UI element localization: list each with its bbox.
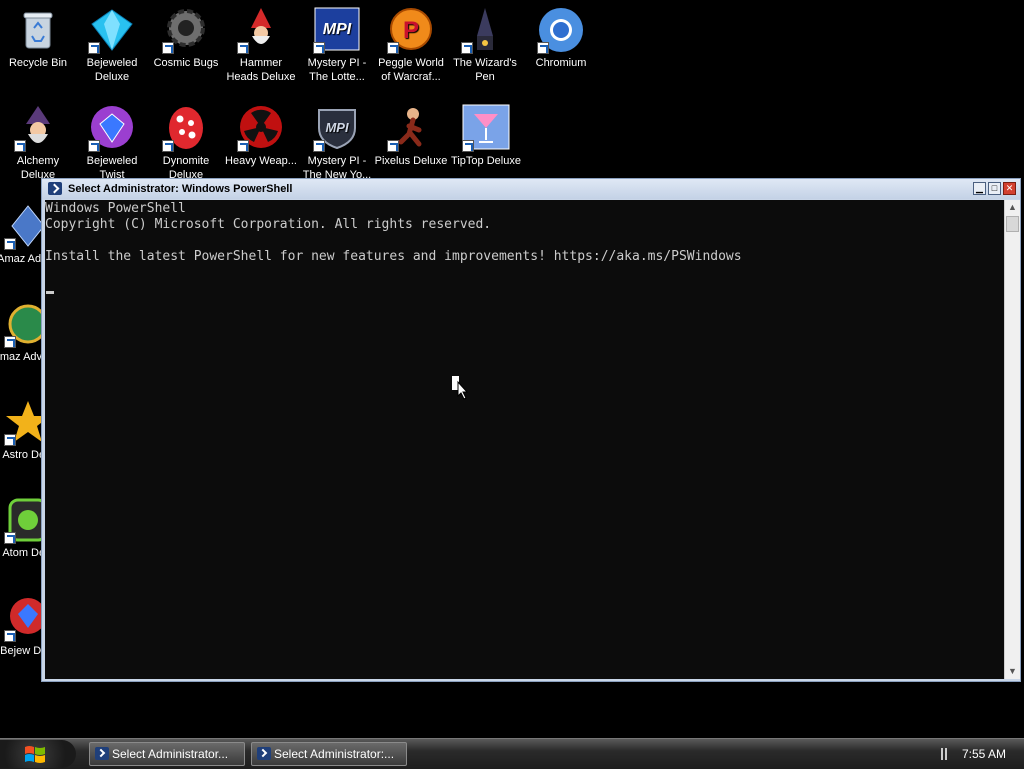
desktop-icon-label: Pixelus Deluxe (374, 155, 448, 167)
alchemist-icon (14, 104, 62, 152)
desktop-icon-label: Recycle Bin (8, 57, 68, 69)
shortcut-arrow-icon (4, 434, 16, 446)
console-line: Install the latest PowerShell for new fe… (45, 249, 742, 264)
gnome-icon (237, 6, 285, 54)
taskbar-button-powershell-2[interactable]: Select Administrator:... (251, 742, 407, 766)
taskbar-button-label: Select Administrator:... (274, 747, 395, 761)
desktop-icon-chromium[interactable]: Chromium (523, 0, 599, 70)
desktop-icon-peggle-wow[interactable]: P Peggle World of Warcraf... (373, 0, 449, 84)
shortcut-arrow-icon (387, 140, 399, 152)
desktop-icon-mystery-pi-new-york[interactable]: MPI Mystery PI - The New Yo... (299, 98, 375, 182)
powershell-icon (48, 182, 62, 195)
shortcut-arrow-icon (537, 42, 549, 54)
runner-icon (387, 104, 435, 152)
desktop-icon-recycle-bin[interactable]: Recycle Bin (0, 0, 76, 70)
desktop-icon-label: Peggle World of Warcraf... (378, 57, 444, 83)
desktop-icon-wizards-pen[interactable]: The Wizard's Pen (447, 0, 523, 84)
shortcut-arrow-icon (14, 140, 26, 152)
desktop-icon-cosmic-bugs[interactable]: Cosmic Bugs (148, 0, 224, 70)
shortcut-arrow-icon (162, 140, 174, 152)
svg-text:P: P (403, 17, 419, 44)
shortcut-arrow-icon (313, 140, 325, 152)
shortcut-arrow-icon (4, 532, 16, 544)
mouse-pointer-icon (452, 376, 472, 400)
desktop-icon-tiptop[interactable]: TipTop Deluxe (448, 98, 524, 168)
system-clock[interactable]: 7:55 AM (962, 747, 1006, 761)
scroll-thumb[interactable] (1006, 216, 1019, 232)
cocktail-icon (462, 104, 510, 152)
window-title: Select Administrator: Windows PowerShell (68, 183, 293, 195)
shortcut-arrow-icon (88, 140, 100, 152)
cog-bug-icon (162, 6, 210, 54)
desktop-icon-label: Hammer Heads Deluxe (226, 57, 296, 83)
mpi-logo-icon: MPI (313, 6, 361, 54)
close-button[interactable]: ✕ (1003, 182, 1016, 195)
desktop-icon-label: Cosmic Bugs (153, 57, 219, 69)
shortcut-arrow-icon (461, 42, 473, 54)
desktop-icon-hammer-heads[interactable]: Hammer Heads Deluxe (223, 0, 299, 84)
console-output[interactable]: Windows PowerShell Copyright (C) Microso… (45, 200, 1004, 679)
tray-grip-icon (941, 748, 947, 760)
peggle-icon: P (387, 6, 435, 54)
shortcut-arrow-icon (313, 42, 325, 54)
text-cursor (46, 291, 54, 294)
mpi-shield-icon: MPI (313, 104, 361, 152)
windows-logo-icon (25, 746, 45, 763)
shortcut-arrow-icon (387, 42, 399, 54)
shortcut-arrow-icon (4, 336, 16, 348)
taskbar-button-label: Select Administrator... (112, 747, 229, 761)
svg-text:MPI: MPI (325, 120, 349, 135)
powershell-icon (257, 747, 271, 760)
desktop-icon-label: Heavy Weap... (225, 155, 297, 167)
radiation-icon (237, 104, 285, 152)
window-titlebar[interactable]: Select Administrator: Windows PowerShell… (42, 179, 1020, 199)
desktop-icon-label: Mystery PI - The Lotte... (307, 57, 367, 83)
taskbar: Select Administrator... Select Administr… (0, 738, 1024, 769)
desktop-icon-label: Chromium (535, 57, 587, 69)
shortcut-arrow-icon (4, 238, 16, 250)
console-line: Copyright (C) Microsoft Corporation. All… (45, 217, 492, 232)
desktop-icon-bejeweled-twist[interactable]: Bejeweled Twist (74, 98, 150, 182)
egg-icon (162, 104, 210, 152)
taskbar-button-powershell-1[interactable]: Select Administrator... (89, 742, 245, 766)
shortcut-arrow-icon (237, 140, 249, 152)
shortcut-arrow-icon (237, 42, 249, 54)
console-line: Windows PowerShell (45, 201, 186, 216)
powershell-window[interactable]: Select Administrator: Windows PowerShell… (41, 178, 1021, 682)
desktop-icon-alchemy[interactable]: Alchemy Deluxe (0, 98, 76, 182)
scroll-up-arrow-icon[interactable]: ▲ (1005, 200, 1020, 215)
wizard-hat-icon (461, 6, 509, 54)
desktop-icon-mystery-pi-lottery[interactable]: MPI Mystery PI - The Lotte... (299, 0, 375, 84)
chromium-icon (537, 6, 585, 54)
shortcut-arrow-icon (4, 630, 16, 642)
vertical-scrollbar[interactable]: ▲ ▼ (1004, 200, 1020, 679)
minimize-button[interactable]: ▁ (973, 182, 986, 195)
desktop-icon-label: The Wizard's Pen (453, 57, 517, 83)
desktop-icon-label: Bejeweled Deluxe (86, 57, 138, 83)
powershell-icon (95, 747, 109, 760)
maximize-button[interactable]: □ (988, 182, 1001, 195)
gem-icon (88, 6, 136, 54)
start-button[interactable] (0, 740, 76, 768)
scroll-down-arrow-icon[interactable]: ▼ (1005, 664, 1020, 679)
desktop-icon-dynomite[interactable]: Dynomite Deluxe (148, 98, 224, 182)
desktop-icon-heavy-weapon[interactable]: Heavy Weap... (223, 98, 299, 168)
shortcut-arrow-icon (162, 42, 174, 54)
svg-text:MPI: MPI (323, 21, 352, 38)
recycle-bin-icon (14, 6, 62, 54)
desktop-icon-bejeweled-deluxe[interactable]: Bejeweled Deluxe (74, 0, 150, 84)
desktop-icon-label: TipTop Deluxe (451, 155, 521, 167)
desktop-icon-pixelus[interactable]: Pixelus Deluxe (373, 98, 449, 168)
gem-twist-icon (88, 104, 136, 152)
shortcut-arrow-icon (462, 140, 474, 152)
shortcut-arrow-icon (88, 42, 100, 54)
